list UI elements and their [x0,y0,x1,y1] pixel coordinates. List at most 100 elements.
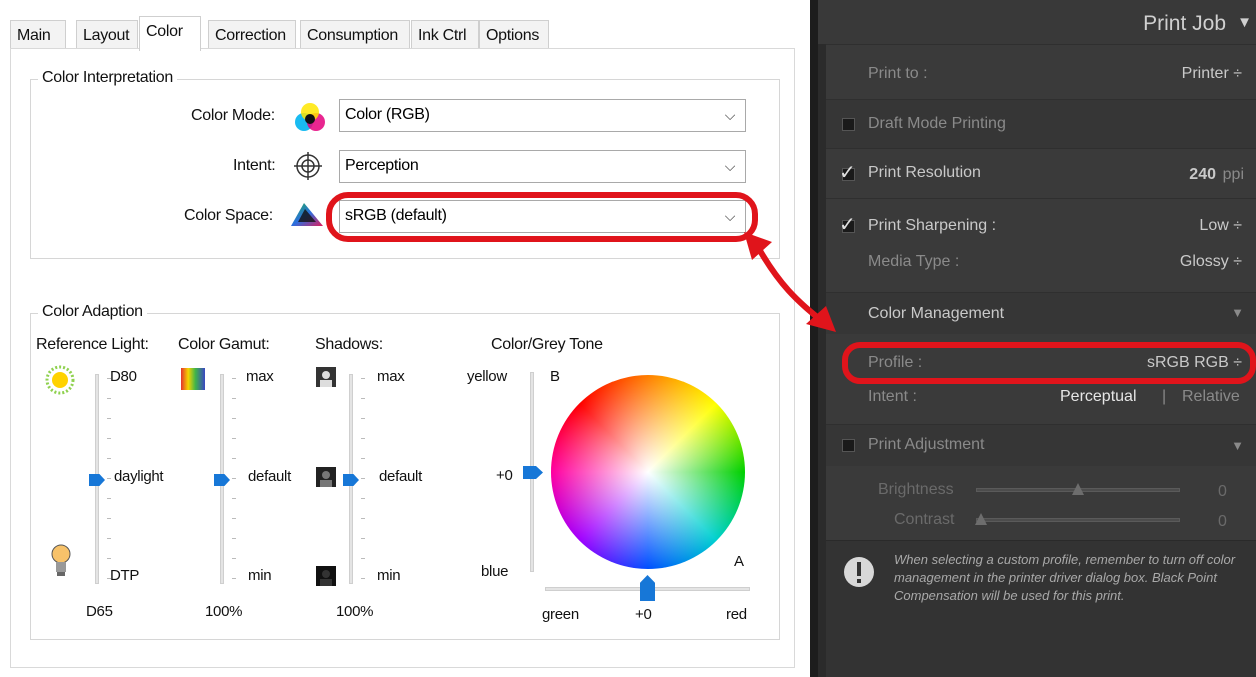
contrast-track [976,518,1180,522]
tab-color[interactable]: Color [139,16,201,51]
tone-blue-label: blue [481,563,509,580]
slider-tick [107,558,111,559]
slider-tick [107,458,111,459]
slider-tick [232,518,236,519]
warning-icon [844,557,874,587]
slider-tick [361,438,365,439]
print-to-select[interactable]: Printer ÷ [1182,65,1242,83]
slider-tick [107,418,111,419]
color-interpretation-label: Color Interpretation [38,69,177,87]
intent-relative-option[interactable]: Relative [1182,388,1240,406]
reference-light-bottom: DTP [110,567,140,584]
print-adjustment-body: Brightness 0 Contrast 0 [826,466,1256,540]
tone-green-label: green [542,606,579,623]
annotation-double-arrow [744,232,836,332]
slider-tick [107,398,111,399]
chevron-down-icon: ⌵ [724,158,736,174]
shadow-light-icon [316,367,336,387]
color-mode-value: Color (RGB) [345,106,430,123]
reference-light-mid: daylight [114,468,164,485]
slider-tick [232,458,236,459]
slider-tick [361,498,365,499]
slider-tick [107,478,111,479]
slider-tick [361,398,365,399]
tab-correction[interactable]: Correction [208,20,296,50]
collapse-triangle-icon[interactable]: ▼ [1237,14,1252,31]
shadows-label: Shadows: [315,336,383,353]
crosshair-icon [294,152,322,180]
color-tone-wheel[interactable] [551,375,745,569]
slider-tick [232,558,236,559]
slider-tick [361,558,365,559]
shadows-mid: default [379,468,422,485]
print-to-row: Print to : Printer ÷ [826,44,1256,99]
tone-horizontal-value: +0 [635,606,652,623]
tab-ink-ctrl[interactable]: Ink Ctrl [411,20,479,50]
media-type-select[interactable]: Glossy ÷ [1180,253,1242,271]
intent-value: Perception [345,157,419,174]
custom-profile-note: When selecting a custom profile, remembe… [894,552,1236,603]
slider-tick [361,478,365,479]
media-type-label: Media Type : [868,253,960,270]
print-adjustment-label: Print Adjustment [868,436,985,453]
color-mode-select[interactable]: Color (RGB) ⌵ [339,99,746,132]
print-resolution-value[interactable]: 240 [1189,166,1216,184]
slider-tick [232,538,236,539]
print-resolution-unit: ppi [1222,166,1244,183]
print-sharpening-select[interactable]: Low ÷ [1199,217,1242,235]
shadows-bottom: min [377,567,401,584]
tab-options[interactable]: Options [479,20,549,50]
slider-tick [107,438,111,439]
color-management-header[interactable]: Color Management ▼ [826,292,1256,334]
slider-tick [361,578,365,579]
brightness-label: Brightness [878,481,954,498]
color-space-icon [291,203,323,226]
print-to-label: Print to : [868,65,928,82]
contrast-value: 0 [1218,513,1227,530]
collapse-triangle-icon[interactable]: ▼ [1231,305,1244,320]
print-adjustment-checkbox[interactable] [842,439,855,452]
color-gamut-bottom: min [248,567,272,584]
color-mode-label: Color Mode: [191,107,275,124]
shadow-dark-icon [316,566,336,586]
intent-select[interactable]: Perception ⌵ [339,150,746,183]
draft-mode-row: Draft Mode Printing [826,99,1256,148]
slider-tick [107,498,111,499]
lightroom-print-job-panel: Print Job ▼ Print to : Printer ÷ Draft M… [810,0,1256,677]
collapse-triangle-icon[interactable]: ▼ [1231,438,1244,453]
color-gamut-top: max [246,368,274,385]
slider-tick [232,438,236,439]
intent-separator: | [1162,388,1167,405]
tab-layout[interactable]: Layout [76,20,138,50]
slider-tick [361,538,365,539]
annotation-profile-highlight [842,342,1256,384]
print-sharpening-label: Print Sharpening : [868,217,997,234]
slider-tick [361,378,365,379]
tone-a-label: A [734,553,744,570]
print-job-header: Print Job ▼ [818,0,1256,44]
shadows-value: 100% [336,603,374,620]
reference-light-value: D65 [86,603,113,620]
slider-tick [361,458,365,459]
slider-tick [107,538,111,539]
cm-intent-label: Intent : [868,388,917,405]
intent-perceptual-option[interactable]: Perceptual [1060,388,1137,406]
printer-driver-dialog: Main Layout Color Correction Consumption… [0,0,810,677]
slider-tick [232,478,236,479]
draft-mode-checkbox[interactable] [842,118,855,131]
intent-label: Intent: [233,157,276,174]
print-resolution-row: ✓ Print Resolution 240 ppi [826,148,1256,198]
reference-light-label: Reference Light: [36,336,149,353]
reference-light-top: D80 [110,368,137,385]
tab-main[interactable]: Main [10,20,66,50]
print-sharpening-row: ✓ Print Sharpening : Low ÷ Media Type : … [826,198,1256,292]
tone-yellow-label: yellow [467,368,507,385]
note-row: When selecting a custom profile, remembe… [826,540,1256,677]
chevron-down-icon: ⌵ [724,107,736,123]
slider-tick [232,418,236,419]
print-job-title: Print Job [1143,12,1226,35]
tab-consumption[interactable]: Consumption [300,20,410,50]
color-gamut-label: Color Gamut: [178,336,270,353]
lightbulb-icon [51,544,71,576]
contrast-label: Contrast [894,511,955,528]
